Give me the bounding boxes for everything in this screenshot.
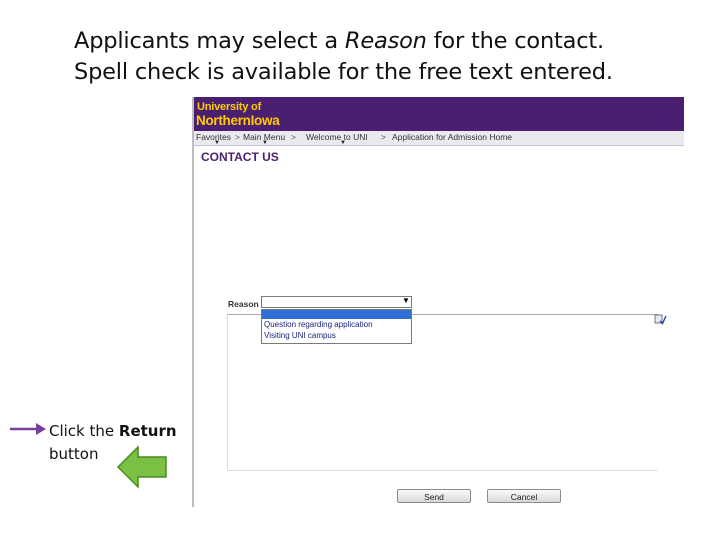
nav-separator: > <box>381 132 386 142</box>
caption-line-2: Spell check is available for the free te… <box>74 59 613 85</box>
cancel-button[interactable]: Cancel <box>487 489 561 503</box>
send-button[interactable]: Send <box>397 489 471 503</box>
nav-welcome[interactable]: Welcome to UNI <box>306 132 368 142</box>
spell-check-icon[interactable] <box>653 313 667 325</box>
reason-label: Reason <box>228 299 259 309</box>
arrow-right-icon <box>10 423 46 435</box>
caption-italic: Reason <box>344 28 427 54</box>
dropdown-option-visiting[interactable]: Visiting UNI campus <box>264 331 336 340</box>
chevron-down-icon[interactable]: ▼ <box>402 296 410 305</box>
nav-separator: > <box>291 132 296 142</box>
caption-text: for the contact. <box>426 28 605 54</box>
logo-text-bottom: NorthernIowa <box>196 113 280 128</box>
caption-line-1: Applicants may select a Reason for the c… <box>74 26 694 57</box>
dropdown-option-question[interactable]: Question regarding application <box>264 320 373 329</box>
nav-admission-home[interactable]: Application for Admission Home <box>392 132 512 142</box>
nav-separator: > <box>235 132 240 142</box>
return-button[interactable] <box>116 444 168 490</box>
callout-line-1: Click the Return <box>49 420 177 443</box>
chevron-down-icon: ▼ <box>340 140 346 146</box>
page-title: CONTACT US <box>201 150 279 164</box>
chevron-down-icon: ▼ <box>214 140 220 146</box>
callout-text-bold: Return <box>118 422 177 440</box>
slide-caption: Applicants may select a Reason for the c… <box>74 26 694 88</box>
callout-text-prefix: Click the <box>49 422 119 440</box>
chevron-down-icon: ▼ <box>262 140 268 146</box>
dropdown-option-blank[interactable] <box>262 310 411 319</box>
logo-text-top: University of <box>197 101 262 113</box>
screenshot-border <box>192 97 194 507</box>
caption-text: Applicants may select a <box>74 28 345 54</box>
reason-select[interactable] <box>261 296 412 308</box>
